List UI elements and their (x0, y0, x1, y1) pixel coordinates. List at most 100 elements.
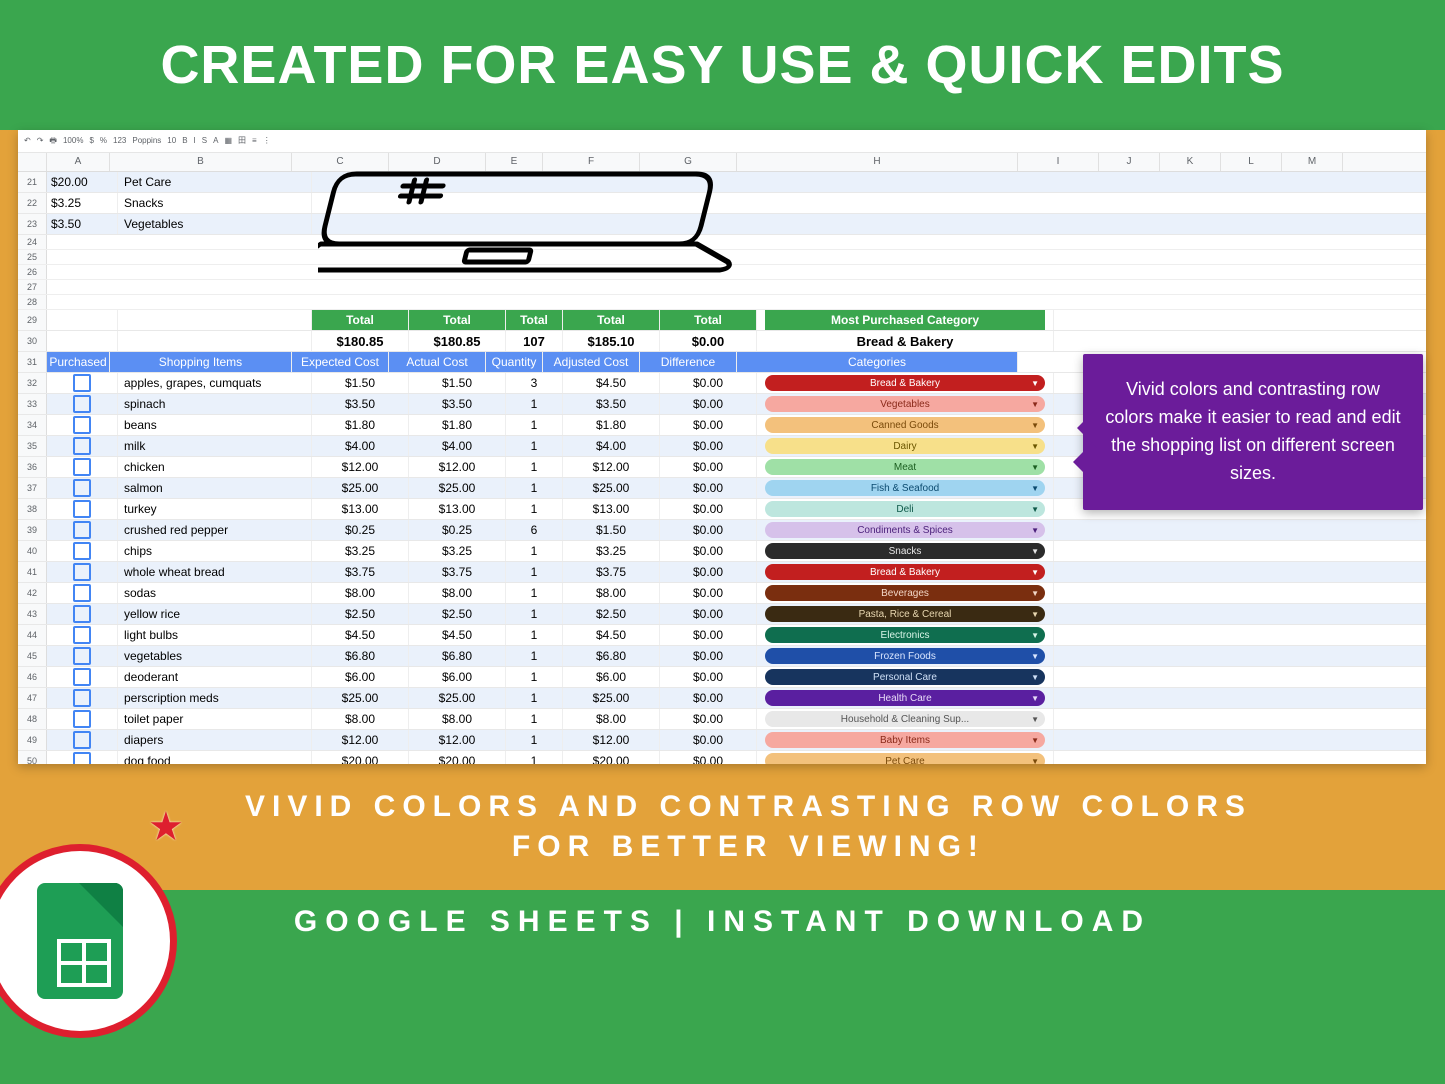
item-name[interactable]: deoderant (118, 667, 312, 687)
column-header[interactable]: Categories (737, 352, 1017, 372)
actual-cost[interactable]: $1.50 (409, 373, 506, 393)
quantity[interactable]: 1 (506, 415, 563, 435)
quantity[interactable]: 1 (506, 478, 563, 498)
item-name[interactable]: chicken (118, 457, 312, 477)
category-dropdown[interactable]: Deli▼ (765, 501, 1045, 517)
difference[interactable]: $0.00 (660, 541, 757, 561)
difference[interactable]: $0.00 (660, 709, 757, 729)
quantity[interactable]: 1 (506, 730, 563, 750)
difference[interactable]: $0.00 (660, 457, 757, 477)
column-header[interactable]: Shopping Items (110, 352, 291, 372)
difference[interactable]: $0.00 (660, 667, 757, 687)
purchased-checkbox[interactable] (73, 626, 91, 644)
purchased-checkbox[interactable] (73, 605, 91, 623)
actual-cost[interactable]: $2.50 (409, 604, 506, 624)
difference[interactable]: $0.00 (660, 646, 757, 666)
column-header[interactable]: Purchased (47, 352, 109, 372)
item-name[interactable]: beans (118, 415, 312, 435)
item-name[interactable]: dog food (118, 751, 312, 764)
item-name[interactable]: perscription meds (118, 688, 312, 708)
purchased-checkbox[interactable] (73, 500, 91, 518)
difference[interactable]: $0.00 (660, 415, 757, 435)
difference[interactable]: $0.00 (660, 625, 757, 645)
toolbar-item[interactable]: ↶ (24, 136, 31, 145)
difference[interactable]: $0.00 (660, 520, 757, 540)
expected-cost[interactable]: $6.00 (312, 667, 409, 687)
adjusted-cost[interactable]: $1.80 (563, 415, 660, 435)
expected-cost[interactable]: $4.00 (312, 436, 409, 456)
adjusted-cost[interactable]: $3.25 (563, 541, 660, 561)
adjusted-cost[interactable]: $4.50 (563, 373, 660, 393)
actual-cost[interactable]: $25.00 (409, 688, 506, 708)
actual-cost[interactable]: $4.50 (409, 625, 506, 645)
item-name[interactable]: toilet paper (118, 709, 312, 729)
col-letter[interactable]: B (110, 153, 292, 171)
toolbar-item[interactable]: $ (89, 136, 93, 145)
quantity[interactable]: 3 (506, 373, 563, 393)
quantity[interactable]: 1 (506, 394, 563, 414)
actual-cost[interactable]: $20.00 (409, 751, 506, 764)
toolbar-item[interactable]: % (100, 136, 107, 145)
item-name[interactable]: sodas (118, 583, 312, 603)
sheets-toolbar[interactable]: ↶↷🖶100%$%123Poppins10BISA▦田≡⋮ (18, 130, 1426, 153)
item-name[interactable]: crushed red pepper (118, 520, 312, 540)
quantity[interactable]: 1 (506, 751, 563, 764)
difference[interactable]: $0.00 (660, 394, 757, 414)
difference[interactable]: $0.00 (660, 604, 757, 624)
expected-cost[interactable]: $1.50 (312, 373, 409, 393)
col-letter[interactable] (18, 153, 47, 171)
quantity[interactable]: 1 (506, 583, 563, 603)
cell-value[interactable]: $20.00 (47, 172, 118, 192)
actual-cost[interactable]: $3.75 (409, 562, 506, 582)
item-name[interactable]: light bulbs (118, 625, 312, 645)
item-name[interactable]: chips (118, 541, 312, 561)
quantity[interactable]: 1 (506, 667, 563, 687)
purchased-checkbox[interactable] (73, 752, 91, 764)
column-header[interactable]: Expected Cost (292, 352, 388, 372)
expected-cost[interactable]: $4.50 (312, 625, 409, 645)
col-letter[interactable]: J (1099, 153, 1160, 171)
column-header[interactable]: Actual Cost (389, 352, 485, 372)
expected-cost[interactable]: $3.50 (312, 394, 409, 414)
adjusted-cost[interactable]: $3.50 (563, 394, 660, 414)
item-name[interactable]: spinach (118, 394, 312, 414)
purchased-checkbox[interactable] (73, 521, 91, 539)
difference[interactable]: $0.00 (660, 751, 757, 764)
col-letter[interactable]: H (737, 153, 1018, 171)
item-name[interactable]: yellow rice (118, 604, 312, 624)
quantity[interactable]: 1 (506, 541, 563, 561)
adjusted-cost[interactable]: $1.50 (563, 520, 660, 540)
toolbar-item[interactable]: B (182, 136, 187, 145)
category-dropdown[interactable]: Canned Goods▼ (765, 417, 1045, 433)
purchased-checkbox[interactable] (73, 542, 91, 560)
difference[interactable]: $0.00 (660, 730, 757, 750)
quantity[interactable]: 1 (506, 457, 563, 477)
toolbar-item[interactable]: 10 (167, 136, 176, 145)
quantity[interactable]: 1 (506, 436, 563, 456)
actual-cost[interactable]: $3.50 (409, 394, 506, 414)
adjusted-cost[interactable]: $20.00 (563, 751, 660, 764)
expected-cost[interactable]: $3.75 (312, 562, 409, 582)
toolbar-item[interactable]: ↷ (37, 136, 44, 145)
adjusted-cost[interactable]: $12.00 (563, 457, 660, 477)
purchased-checkbox[interactable] (73, 416, 91, 434)
actual-cost[interactable]: $8.00 (409, 709, 506, 729)
quantity[interactable]: 6 (506, 520, 563, 540)
purchased-checkbox[interactable] (73, 689, 91, 707)
expected-cost[interactable]: $0.25 (312, 520, 409, 540)
adjusted-cost[interactable]: $25.00 (563, 478, 660, 498)
toolbar-item[interactable]: 123 (113, 136, 126, 145)
category-dropdown[interactable]: Bread & Bakery▼ (765, 375, 1045, 391)
expected-cost[interactable]: $8.00 (312, 709, 409, 729)
toolbar-item[interactable]: Poppins (132, 136, 161, 145)
cell-value[interactable]: $3.25 (47, 193, 118, 213)
quantity[interactable]: 1 (506, 499, 563, 519)
col-letter[interactable]: K (1160, 153, 1221, 171)
actual-cost[interactable]: $8.00 (409, 583, 506, 603)
adjusted-cost[interactable]: $12.00 (563, 730, 660, 750)
item-name[interactable]: apples, grapes, cumquats (118, 373, 312, 393)
purchased-checkbox[interactable] (73, 479, 91, 497)
toolbar-item[interactable]: A (213, 136, 218, 145)
adjusted-cost[interactable]: $3.75 (563, 562, 660, 582)
item-name[interactable]: milk (118, 436, 312, 456)
